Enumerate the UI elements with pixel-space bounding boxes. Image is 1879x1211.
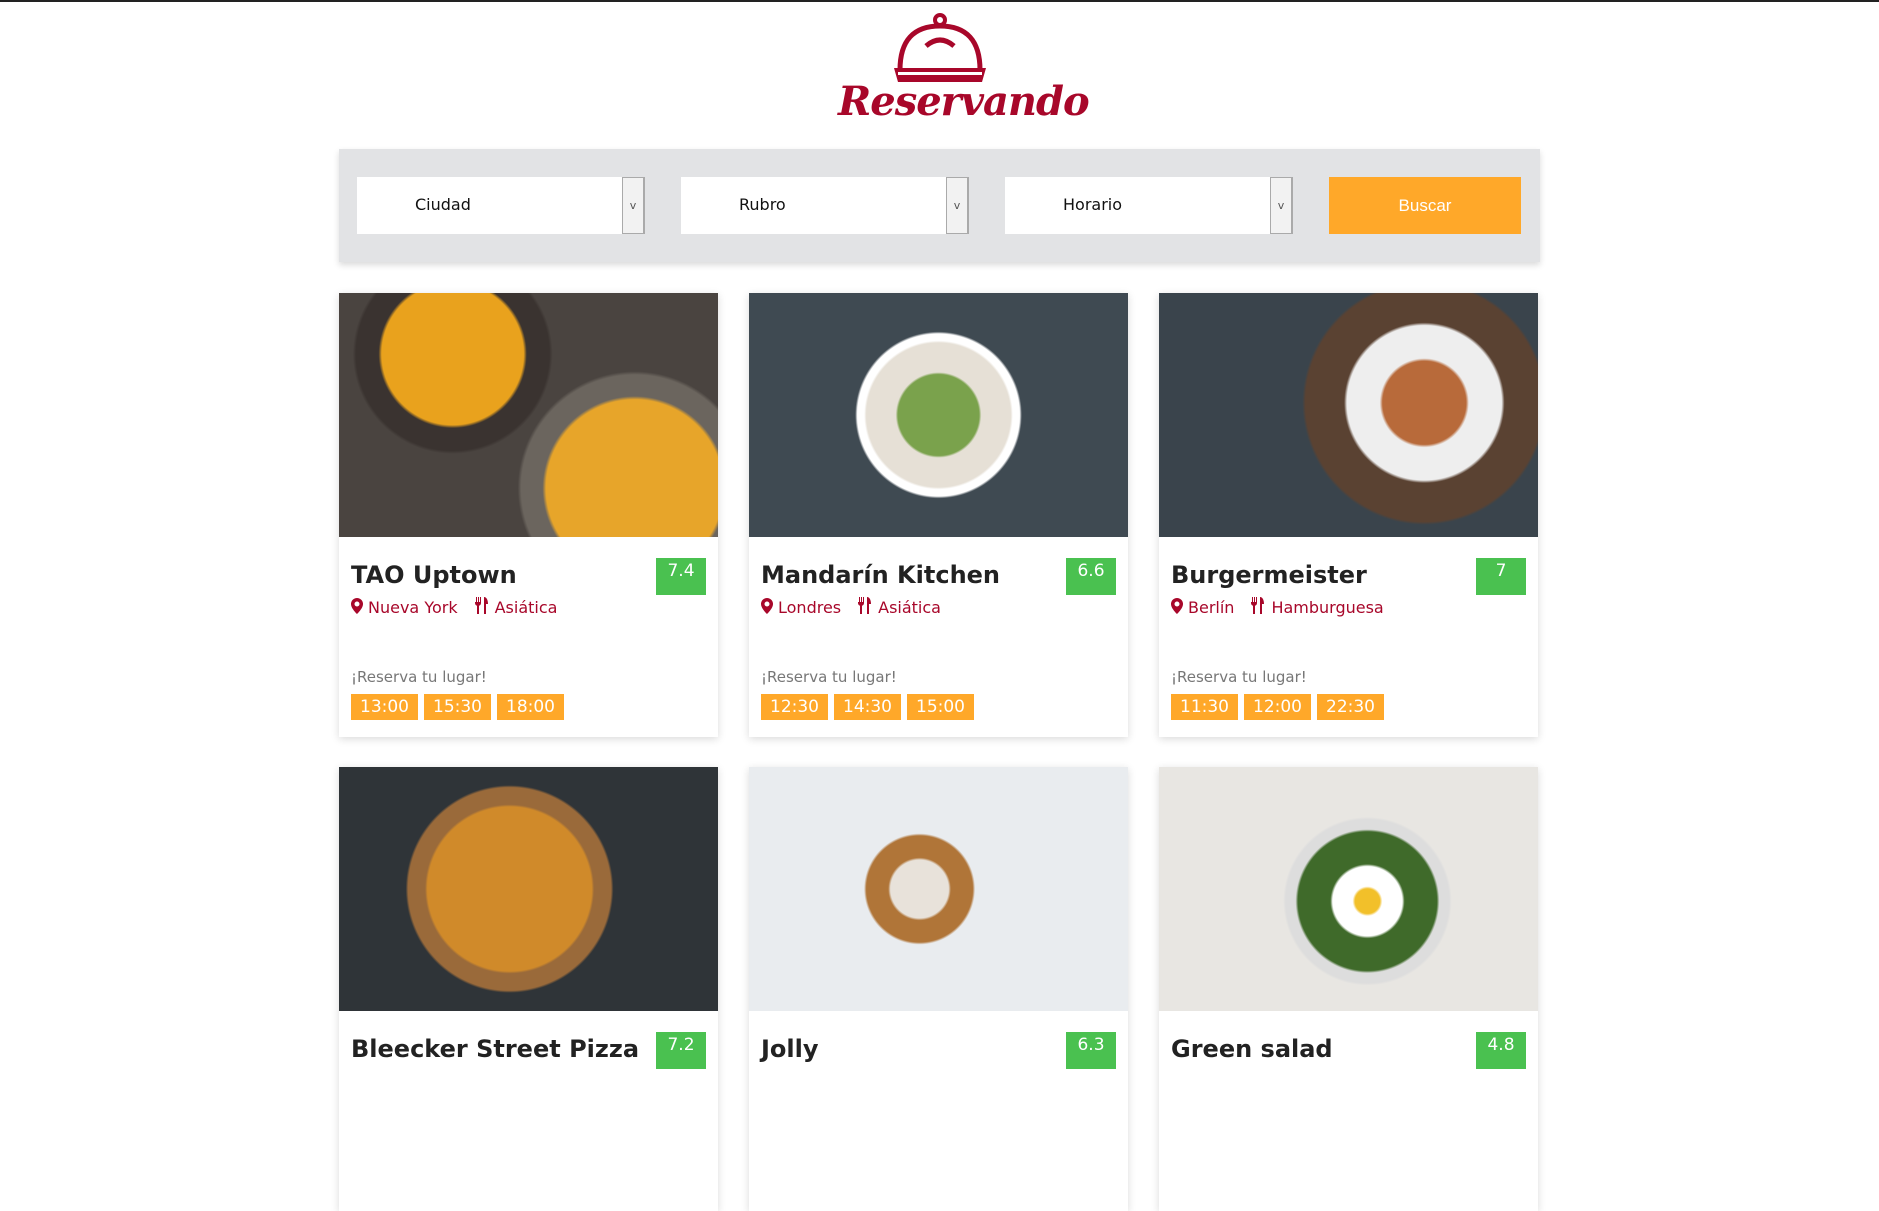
score-badge: 6.3 (1066, 1032, 1116, 1069)
time-slot-button[interactable]: 12:00 (1244, 694, 1311, 720)
chevron-down-icon: v (946, 177, 968, 234)
restaurant-card[interactable]: Green salad 4.8 (1159, 767, 1538, 1211)
chevron-down-icon: v (622, 177, 644, 234)
category: Asiática (857, 597, 941, 618)
restaurant-name: Jolly (761, 1035, 819, 1063)
score-badge: 7.4 (656, 558, 706, 595)
score-badge: 7 (1476, 558, 1526, 595)
score-badge: 6.6 (1066, 558, 1116, 595)
time-slot-button[interactable]: 15:00 (907, 694, 974, 720)
restaurant-name: Mandarín Kitchen (761, 561, 1001, 589)
restaurant-card[interactable]: Mandarín Kitchen 6.6 Londres Asiática ¡Re… (749, 293, 1128, 737)
brand-name: Reservando (838, 78, 1090, 125)
reserve-label: ¡Reserva tu lugar! (761, 668, 897, 686)
location: Nueva York (351, 597, 458, 618)
time-slot-button[interactable]: 14:30 (834, 694, 901, 720)
city-select[interactable]: Ciudad v (357, 177, 645, 234)
search-button[interactable]: Buscar (1329, 177, 1521, 234)
reserve-label: ¡Reserva tu lugar! (1171, 668, 1307, 686)
location: Berlín (1171, 597, 1234, 618)
category-select[interactable]: Rubro v (681, 177, 969, 234)
time-slot-button[interactable]: 15:30 (424, 694, 491, 720)
time-slot-button[interactable]: 22:30 (1317, 694, 1384, 720)
restaurant-name: TAO Uptown (351, 561, 517, 589)
restaurant-card[interactable]: Burgermeister 7 Berlín Hamburguesa ¡Reser… (1159, 293, 1538, 737)
time-slot-button[interactable]: 13:00 (351, 694, 418, 720)
search-bar: Ciudad v Rubro v Horario v Buscar (339, 149, 1540, 262)
location-pin-icon (761, 597, 773, 618)
location-pin-icon (1171, 597, 1183, 618)
category: Hamburguesa (1250, 597, 1384, 618)
restaurant-image (339, 293, 718, 537)
time-slot-button[interactable]: 18:00 (497, 694, 564, 720)
category: Asiática (474, 597, 557, 618)
restaurant-card[interactable]: Bleecker Street Pizza 7.2 (339, 767, 718, 1211)
reserve-label: ¡Reserva tu lugar! (351, 668, 487, 686)
restaurant-name: Bleecker Street Pizza (351, 1035, 640, 1063)
restaurant-image (749, 767, 1128, 1011)
restaurant-card[interactable]: TAO Uptown 7.4 Nueva York Asiática ¡Reser… (339, 293, 718, 737)
utensils-icon (857, 597, 873, 618)
restaurant-card[interactable]: Jolly 6.3 (749, 767, 1128, 1211)
score-badge: 4.8 (1476, 1032, 1526, 1069)
brand-logo: Reservando (838, 12, 1090, 125)
restaurant-image (339, 767, 718, 1011)
cloche-icon (894, 13, 986, 82)
time-slot-button[interactable]: 12:30 (761, 694, 828, 720)
restaurant-image (1159, 293, 1538, 537)
chevron-down-icon: v (1270, 177, 1292, 234)
location-pin-icon (351, 597, 363, 618)
restaurant-name: Green salad (1171, 1035, 1333, 1063)
location: Londres (761, 597, 841, 618)
utensils-icon (1250, 597, 1266, 618)
time-slot-button[interactable]: 11:30 (1171, 694, 1238, 720)
time-select[interactable]: Horario v (1005, 177, 1293, 234)
restaurant-image (749, 293, 1128, 537)
score-badge: 7.2 (656, 1032, 706, 1069)
restaurant-image (1159, 767, 1538, 1011)
restaurant-name: Burgermeister (1171, 561, 1367, 589)
utensils-icon (474, 597, 490, 618)
